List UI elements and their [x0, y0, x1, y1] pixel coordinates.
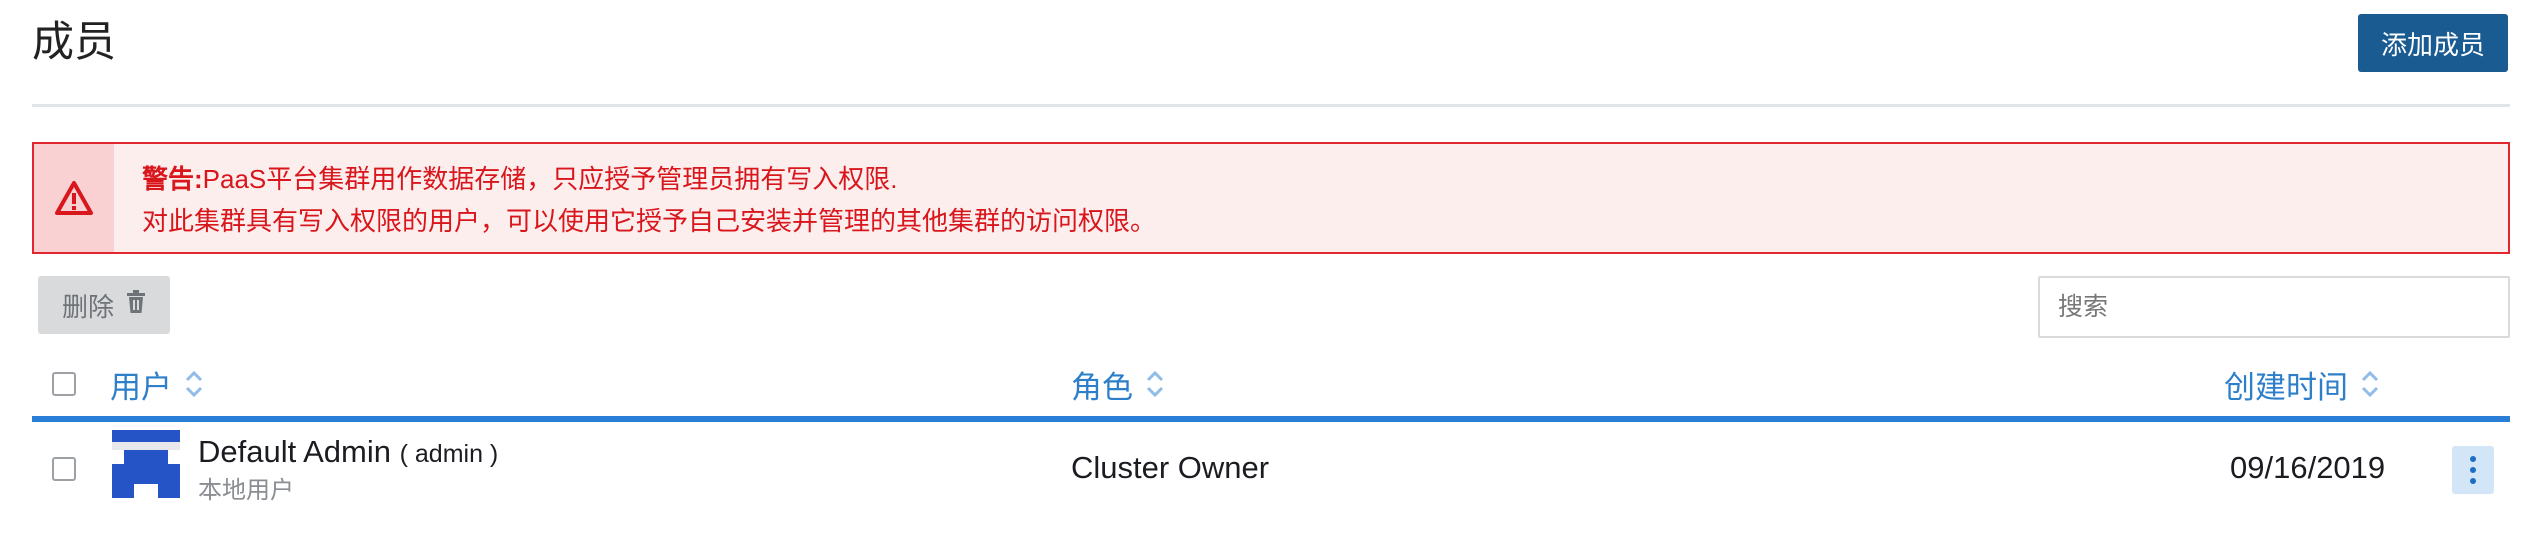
user-display-name: Default Admin — [198, 434, 391, 469]
column-header-user[interactable]: 用户 — [110, 360, 204, 408]
row-checkbox[interactable] — [52, 457, 76, 481]
warning-triangle-icon — [34, 144, 114, 252]
delete-label: 删除 — [61, 291, 114, 322]
user-role: Cluster Owner — [1071, 450, 1270, 485]
select-all-checkbox[interactable] — [52, 372, 76, 396]
search-input[interactable] — [2038, 276, 2510, 338]
sort-icon — [1145, 369, 1165, 399]
user-name: Default Admin ( admin ) — [198, 430, 498, 476]
column-label-role: 角色 — [1071, 369, 1133, 405]
warning-label: 警告: — [142, 164, 203, 194]
table-header-divider — [32, 416, 2510, 422]
warning-line-1: PaaS平台集群用作数据存储，只应授予管理员拥有写入权限. — [202, 164, 898, 194]
warning-banner: 警告:PaaS平台集群用作数据存储，只应授予管理员拥有写入权限. 对此集群具有写… — [32, 142, 2510, 254]
column-label-created: 创建时间 — [2224, 369, 2348, 405]
header-divider — [32, 104, 2510, 107]
sort-icon — [2360, 369, 2380, 399]
user-login: ( admin ) — [399, 440, 499, 468]
column-label-user: 用户 — [110, 369, 172, 405]
warning-line-2: 对此集群具有写入权限的用户，可以使用它授予自己安装并管理的其他集群的访问权限。 — [142, 206, 1157, 236]
sort-icon — [184, 369, 204, 399]
row-actions-button[interactable] — [2452, 446, 2494, 494]
delete-button[interactable]: 删除 — [38, 276, 170, 334]
kebab-dot-icon — [2470, 456, 2476, 462]
add-member-button[interactable]: 添加成员 — [2358, 14, 2508, 72]
column-header-created[interactable]: 创建时间 — [2224, 360, 2380, 408]
avatar — [112, 430, 180, 498]
column-header-role[interactable]: 角色 — [1071, 360, 1165, 408]
user-type: 本地用户 — [198, 477, 294, 504]
page-title: 成员 — [32, 18, 117, 65]
warning-text: 警告:PaaS平台集群用作数据存储，只应授予管理员拥有写入权限. 对此集群具有写… — [114, 144, 1156, 252]
trash-icon — [126, 289, 146, 321]
created-date: 09/16/2019 — [2230, 450, 2386, 485]
kebab-dot-icon — [2470, 467, 2476, 473]
kebab-dot-icon — [2470, 478, 2476, 484]
